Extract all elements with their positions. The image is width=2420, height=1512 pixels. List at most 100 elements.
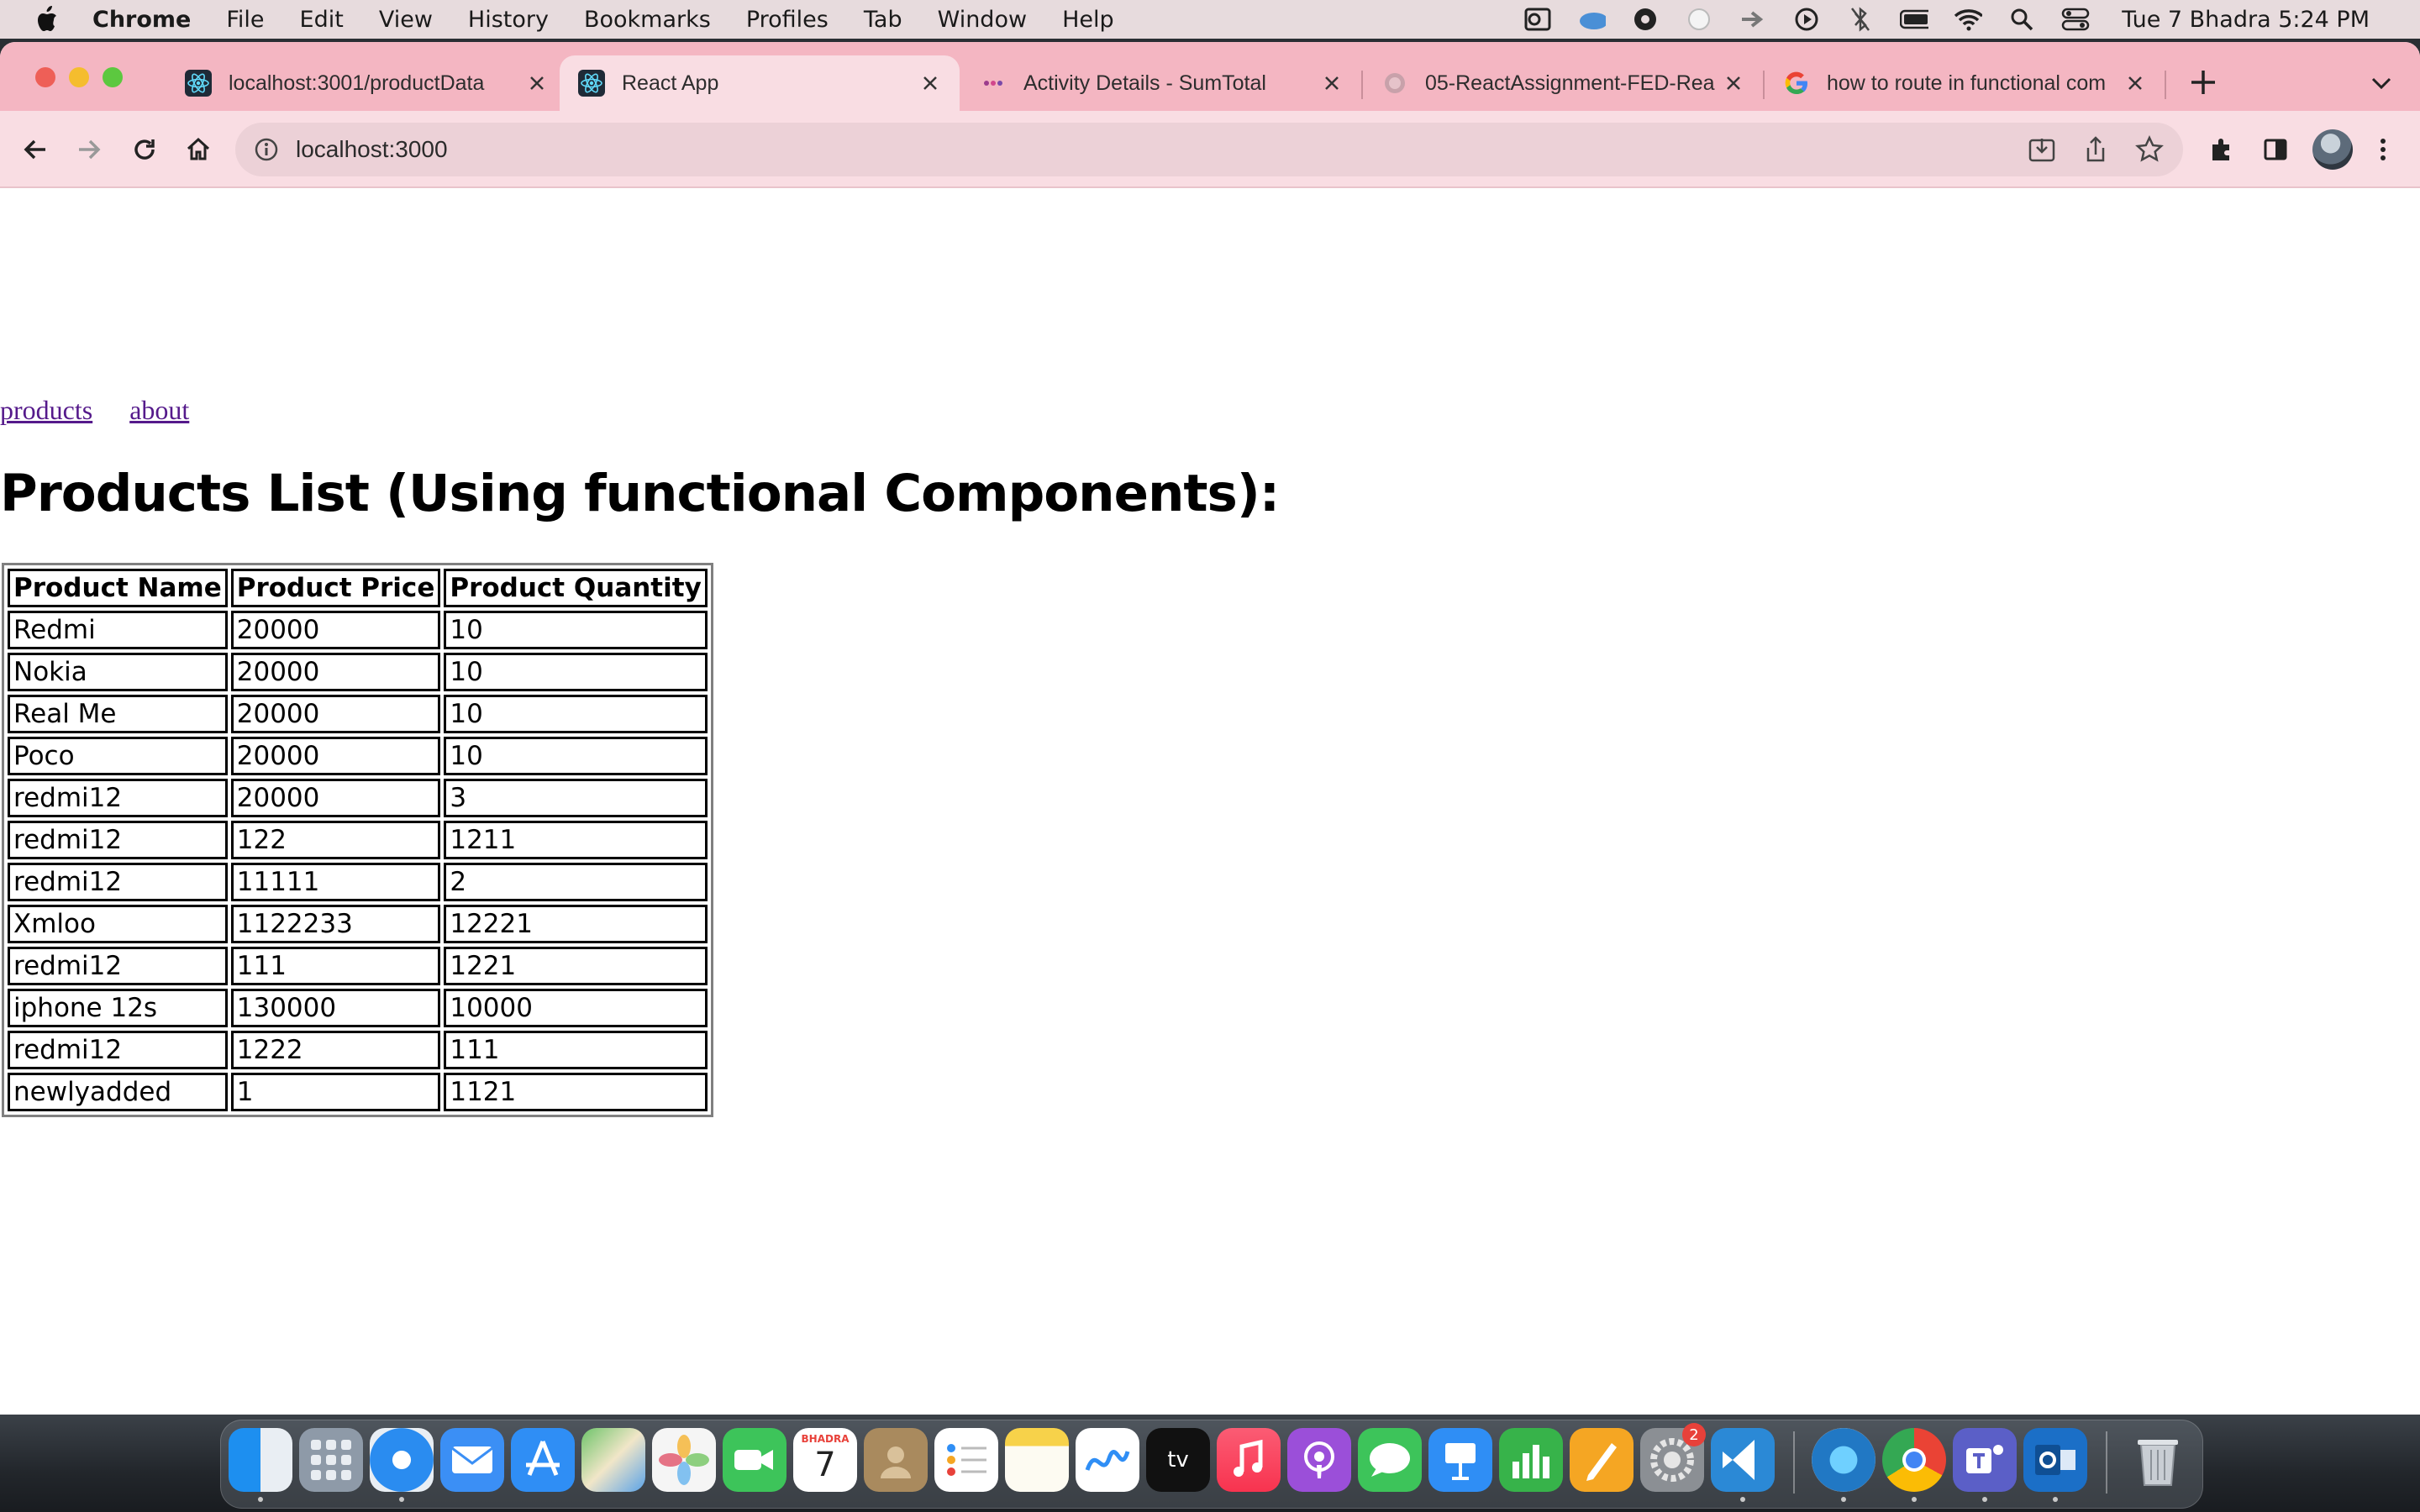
close-tab-icon[interactable]: [1321, 72, 1343, 94]
apple-icon[interactable]: [34, 5, 59, 34]
menu-edit[interactable]: Edit: [300, 7, 344, 33]
apple-tv-icon[interactable]: tv: [1146, 1428, 1210, 1492]
outlook-icon[interactable]: [2023, 1428, 2087, 1492]
install-app-icon[interactable]: [2025, 133, 2059, 166]
cell-product-price: 111: [230, 947, 441, 985]
contacts-icon[interactable]: [864, 1428, 928, 1492]
photos-icon[interactable]: [652, 1428, 716, 1492]
app-store-icon[interactable]: [511, 1428, 575, 1492]
menu-help[interactable]: Help: [1062, 7, 1114, 33]
tab-activity-details[interactable]: Activity Details - SumTotal: [961, 55, 1361, 111]
cell-product-name: newlyadded: [8, 1073, 228, 1111]
tab-product-data[interactable]: localhost:3001/productData: [166, 55, 566, 111]
close-window-button[interactable]: [35, 67, 55, 87]
browser-toolbar: localhost:3000: [0, 111, 2420, 188]
chevron-down-icon[interactable]: [2370, 74, 2393, 92]
tab-divider: [2165, 71, 2166, 99]
cell-product-quantity: 111: [444, 1031, 708, 1069]
url-text[interactable]: localhost:3000: [296, 136, 448, 163]
chrome-icon[interactable]: [1882, 1428, 1946, 1492]
nav-link-about[interactable]: about: [129, 395, 189, 425]
menu-window[interactable]: Window: [938, 7, 1027, 33]
tab-google-search[interactable]: how to route in functional com: [1765, 55, 2165, 111]
wifi-icon[interactable]: [1954, 7, 1983, 32]
tab-react-app[interactable]: React App: [560, 55, 960, 111]
numbers-icon[interactable]: [1499, 1428, 1563, 1492]
cell-product-quantity: 2: [444, 863, 708, 901]
pages-icon[interactable]: [1570, 1428, 1634, 1492]
search-icon[interactable]: [2007, 7, 2036, 32]
cell-product-quantity: 10: [444, 653, 708, 691]
forward-button[interactable]: [72, 133, 106, 166]
play-status-icon[interactable]: [1792, 7, 1821, 32]
profile-avatar[interactable]: [2312, 129, 2353, 170]
keynote-icon[interactable]: [1428, 1428, 1492, 1492]
info-icon[interactable]: [254, 137, 279, 162]
messages-icon[interactable]: [1358, 1428, 1422, 1492]
safari-icon[interactable]: [370, 1428, 434, 1492]
table-header-row: Product Name Product Price Product Quant…: [8, 569, 708, 607]
running-indicator: [399, 1497, 404, 1502]
vscode-icon[interactable]: [1711, 1428, 1775, 1492]
products-table: Product Name Product Price Product Quant…: [2, 563, 713, 1117]
nav-link-products[interactable]: products: [0, 395, 92, 425]
eye-status-icon[interactable]: [1631, 7, 1660, 32]
launchpad-icon[interactable]: [299, 1428, 363, 1492]
calendar-icon[interactable]: BHADRA 7: [793, 1428, 857, 1492]
menu-view[interactable]: View: [379, 7, 433, 33]
cell-product-price: 20000: [230, 695, 441, 733]
circle-status-icon[interactable]: [1685, 7, 1713, 32]
trash-icon[interactable]: [2126, 1428, 2190, 1492]
notes-icon[interactable]: [1005, 1428, 1069, 1492]
bluetooth-off-icon[interactable]: [1846, 7, 1875, 32]
tab-react-assignment[interactable]: 05-ReactAssignment-FED-Rea: [1363, 55, 1763, 111]
podcasts-icon[interactable]: [1287, 1428, 1351, 1492]
close-tab-icon[interactable]: [919, 72, 941, 94]
menu-tab[interactable]: Tab: [864, 7, 902, 33]
tab-title: Activity Details - SumTotal: [1023, 71, 1266, 95]
more-menu-icon[interactable]: [2366, 133, 2400, 166]
menu-file[interactable]: File: [226, 7, 264, 33]
cloud-status-icon[interactable]: [1577, 7, 1607, 32]
maps-icon[interactable]: [581, 1428, 645, 1492]
menubar-clock[interactable]: Tue 7 Bhadra 5:24 PM: [2122, 7, 2370, 33]
side-panel-icon[interactable]: [2259, 133, 2292, 166]
share-icon[interactable]: [2079, 133, 2112, 166]
facetime-icon[interactable]: [723, 1428, 786, 1492]
fullscreen-window-button[interactable]: [103, 67, 123, 87]
menu-chrome[interactable]: Chrome: [92, 7, 191, 33]
close-tab-icon[interactable]: [526, 72, 548, 94]
freeform-icon[interactable]: [1076, 1428, 1139, 1492]
battery-icon[interactable]: [1900, 7, 1929, 32]
teams-icon[interactable]: [1953, 1428, 2017, 1492]
address-bar[interactable]: localhost:3000: [235, 123, 2183, 176]
cell-product-name: Redmi: [8, 611, 228, 649]
cell-product-quantity: 1121: [444, 1073, 708, 1111]
mail-icon[interactable]: [440, 1428, 504, 1492]
outlook-status-icon[interactable]: [1523, 7, 1552, 32]
cell-product-name: redmi12: [8, 863, 228, 901]
back-button[interactable]: [18, 133, 52, 166]
finder-icon[interactable]: [229, 1428, 292, 1492]
home-button[interactable]: [182, 133, 215, 166]
close-tab-icon[interactable]: [1723, 72, 1744, 94]
menu-profiles[interactable]: Profiles: [746, 7, 829, 33]
close-tab-icon[interactable]: [2124, 72, 2146, 94]
reminders-icon[interactable]: [934, 1428, 998, 1492]
arrow-status-icon[interactable]: [1739, 7, 1767, 32]
menu-history[interactable]: History: [468, 7, 549, 33]
calendar-month: BHADRA: [801, 1433, 850, 1445]
tab-title: how to route in functional com: [1827, 71, 2107, 95]
running-indicator: [258, 1497, 263, 1502]
control-center-icon[interactable]: [2061, 7, 2090, 32]
webex-icon[interactable]: [1812, 1428, 1876, 1492]
calendar-day: 7: [814, 1446, 836, 1484]
extensions-icon[interactable]: [2205, 133, 2238, 166]
music-icon[interactable]: [1217, 1428, 1281, 1492]
settings-badge: 2: [1682, 1423, 1706, 1446]
menu-bookmarks[interactable]: Bookmarks: [584, 7, 711, 33]
bookmark-star-icon[interactable]: [2133, 133, 2166, 166]
minimize-window-button[interactable]: [69, 67, 89, 87]
new-tab-button[interactable]: [2188, 67, 2218, 97]
reload-button[interactable]: [128, 133, 161, 166]
